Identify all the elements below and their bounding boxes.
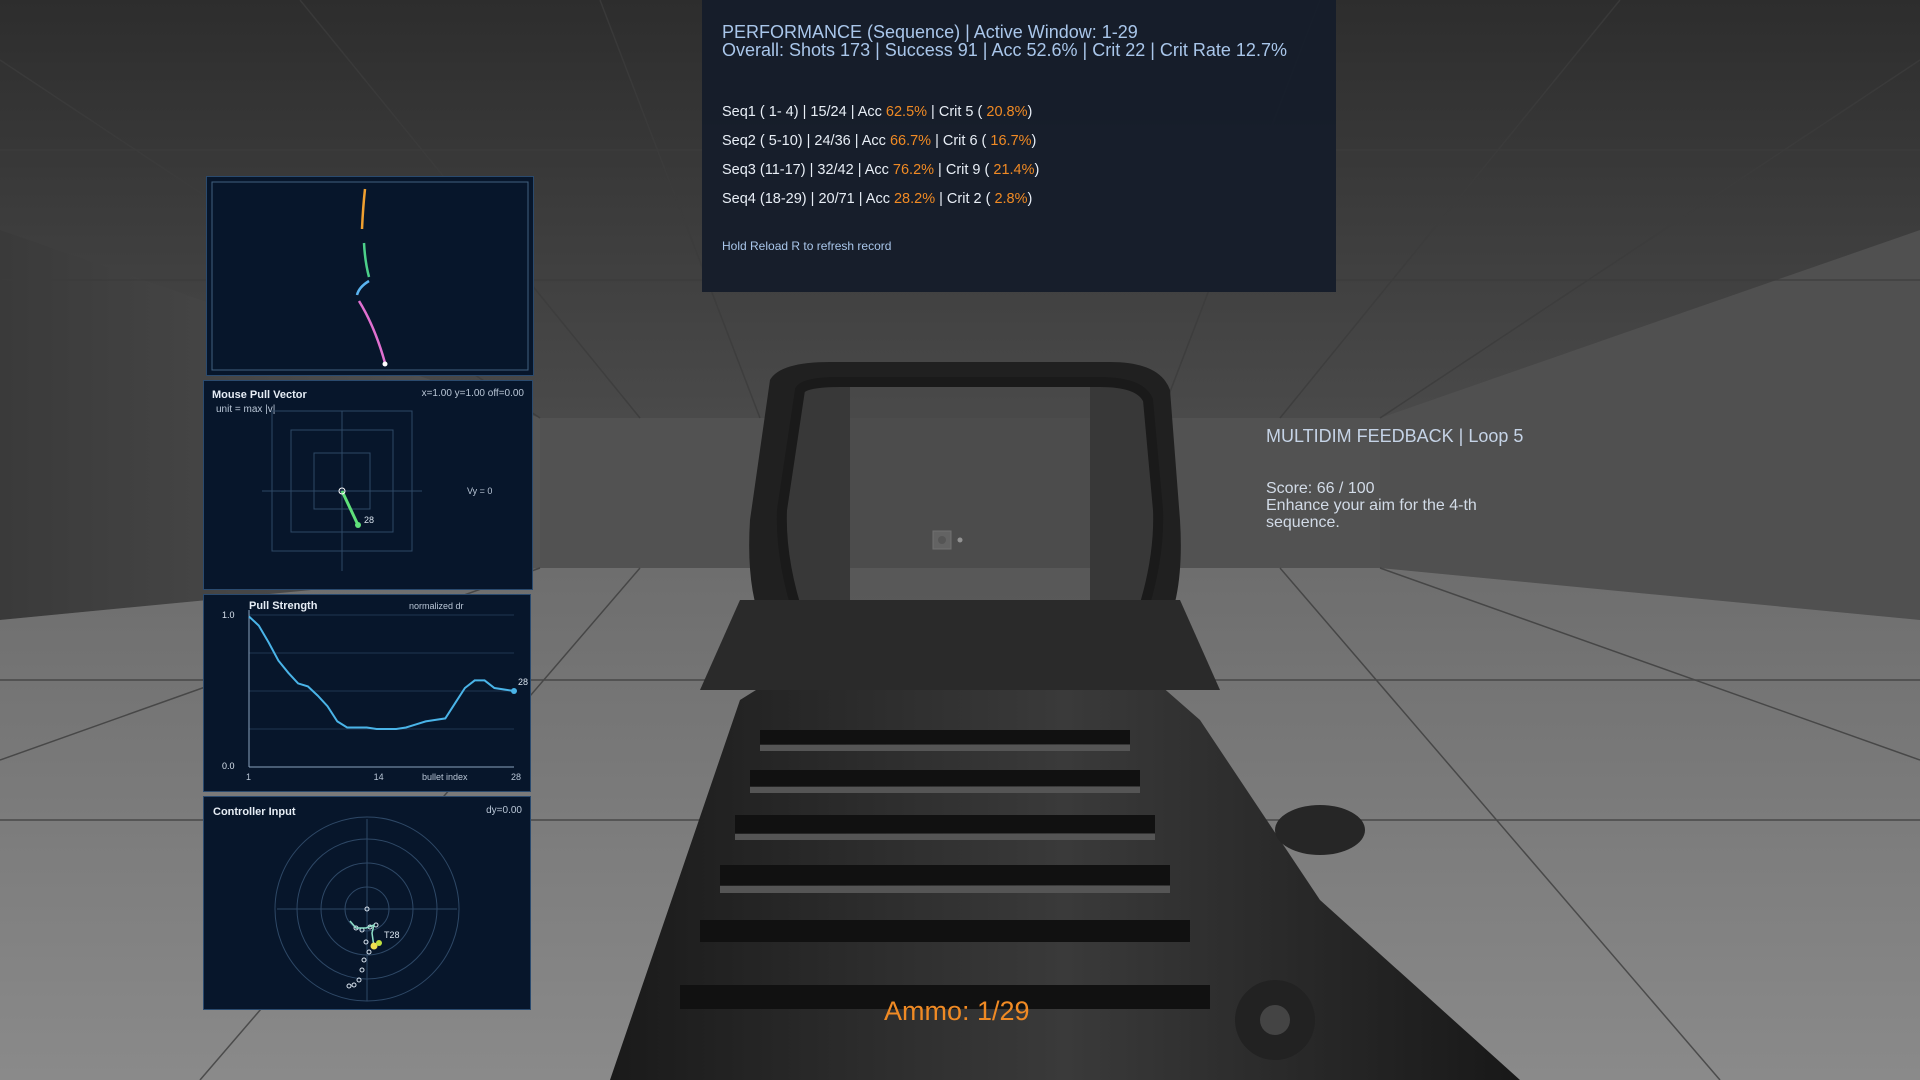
- feedback-message: Enhance your aim for the 4-th sequence.: [1266, 497, 1477, 531]
- aim-trail-panel: [206, 176, 534, 376]
- trail-segment-green: [362, 242, 371, 278]
- x-tick-label: 14: [374, 772, 384, 782]
- sequence-row: Seq3 (11-17) | 32/42 | Acc 76.2% | Crit …: [722, 162, 1040, 178]
- data-point-last: [511, 688, 517, 694]
- x-tick-label: 1: [246, 772, 251, 782]
- pull-strength-line: [248, 615, 515, 730]
- pull-strength-panel: Pull Strength normalized dr 1.0 0.0 1 14 2…: [203, 594, 531, 792]
- performance-overall: Overall: Shots 173 | Success 91 | Acc 52…: [722, 40, 1287, 60]
- y-tick-top: 1.0: [222, 610, 235, 620]
- controller-input-panel: Controller Input dy=0.00 T28: [203, 796, 531, 1010]
- feedback-score: Score: 66 / 100: [1266, 480, 1375, 497]
- sequence-row: Seq1 ( 1- 4) | 15/24 | Acc 62.5% | Crit …: [722, 104, 1033, 120]
- vy-label: Vy = 0: [467, 486, 492, 496]
- performance-panel: PERFORMANCE (Sequence) | Active Window: …: [702, 0, 1336, 292]
- pull-vector-arrow: [340, 490, 360, 526]
- mouse-pull-plot: 28 Vy = 0: [262, 410, 492, 571]
- pull-vector-tip: [355, 522, 361, 528]
- feedback-body: Score: 66 / 100 Enhance your aim for the…: [1266, 480, 1526, 531]
- aim-trail-plot: [211, 181, 529, 371]
- x-tick-label: 28: [511, 772, 521, 782]
- mouse-pull-vector-panel: Mouse Pull Vector x=1.00 y=1.00 off=0.00…: [203, 380, 533, 590]
- chart-subtitle: normalized dr: [409, 601, 464, 611]
- sequence-row: Seq4 (18-29) | 20/71 | Acc 28.2% | Crit …: [722, 191, 1033, 207]
- feedback-title: MULTIDIM FEEDBACK | Loop 5: [1266, 426, 1524, 446]
- pull-strength-chart: Pull Strength normalized dr 1.0 0.0 1 14 2…: [222, 600, 528, 782]
- y-tick-bottom: 0.0: [222, 761, 235, 771]
- chart-title: Pull Strength: [249, 600, 318, 612]
- refresh-hint: Hold Reload R to refresh record: [722, 239, 892, 253]
- controller-plot: T28: [274, 816, 460, 1002]
- sequence-row: Seq2 ( 5-10) | 24/36 | Acc 66.7% | Crit …: [722, 133, 1037, 149]
- trail-segment-blue: [355, 279, 370, 296]
- multidim-feedback: MULTIDIM FEEDBACK | Loop 5 Score: 66 / 1…: [1266, 426, 1524, 531]
- controller-end-label: T28: [384, 930, 400, 940]
- x-axis-label: bullet index: [422, 772, 468, 782]
- trail-end-dot: [382, 361, 388, 367]
- trail-segment-orange: [360, 188, 367, 230]
- pull-bullet-label: 28: [364, 515, 374, 525]
- trail-segment-pink: [357, 300, 387, 364]
- ammo-counter: Ammo: 1/29: [884, 996, 1030, 1026]
- series-end-label: 28: [518, 677, 528, 687]
